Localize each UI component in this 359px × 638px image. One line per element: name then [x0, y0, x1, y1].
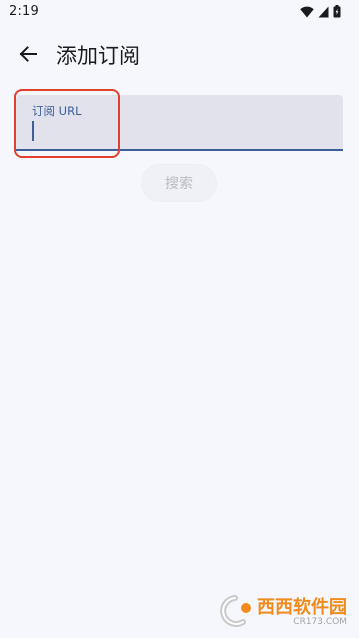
- subscription-url-label: 订阅 URL: [32, 104, 82, 118]
- watermark-brand: 西西软件园: [257, 597, 347, 618]
- subscription-url-input[interactable]: [30, 119, 320, 143]
- back-button[interactable]: [10, 38, 46, 74]
- app-bar: 添加订阅: [0, 32, 359, 80]
- status-icons: [300, 5, 341, 18]
- arrow-left-icon: [18, 44, 38, 68]
- search-button[interactable]: 搜索: [141, 164, 217, 202]
- watermark-text: 西西软件园 CR173.COM: [257, 599, 347, 627]
- watermark-domain: CR173.COM: [293, 617, 347, 627]
- battery-icon: [333, 5, 341, 18]
- watermark: 西西软件园 CR173.COM: [215, 594, 347, 632]
- signal-icon: [318, 6, 329, 18]
- watermark-logo-icon: [215, 594, 255, 632]
- wifi-icon: [300, 6, 314, 18]
- subscription-url-field[interactable]: 订阅 URL: [16, 95, 343, 151]
- status-time: 2:19: [9, 4, 39, 19]
- page-title: 添加订阅: [56, 44, 140, 68]
- text-cursor: [32, 121, 34, 141]
- status-bar: 2:19: [0, 0, 359, 24]
